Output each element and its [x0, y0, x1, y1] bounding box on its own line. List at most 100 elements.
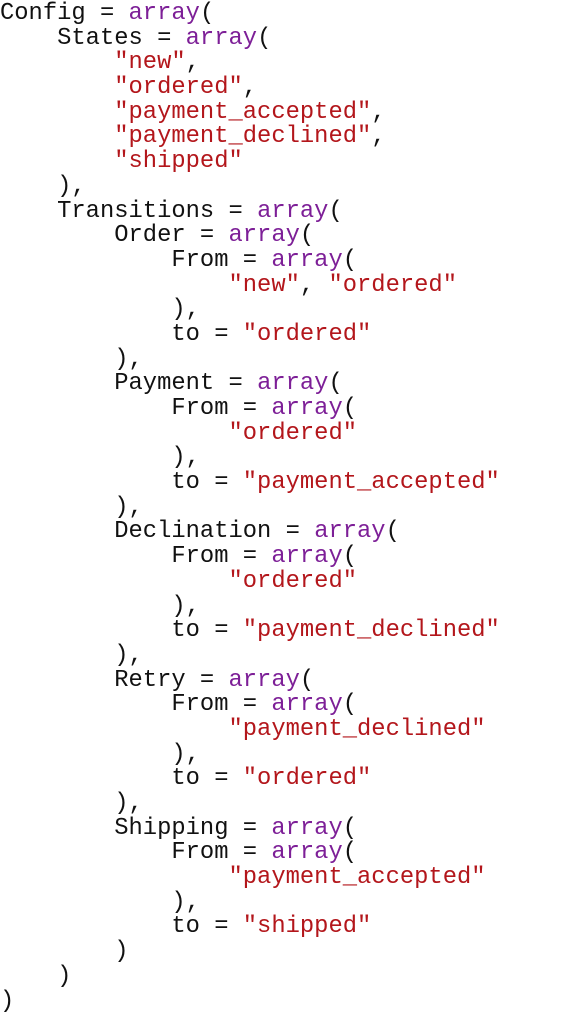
- string-token: "payment_declined": [114, 123, 372, 151]
- string-token: "payment_accepted": [242, 469, 500, 497]
- string-token: "new": [228, 271, 300, 299]
- identifier-token: to: [171, 469, 200, 497]
- code-line: From = array(: [0, 543, 571, 571]
- code-line: "payment_accepted": [0, 864, 571, 892]
- code-line: Payment = array(: [0, 370, 571, 398]
- punctuation-token: (: [199, 0, 215, 27]
- punctuation-token: ),: [171, 296, 200, 324]
- code-line: "payment_declined",: [0, 125, 571, 150]
- punctuation-token: ): [114, 938, 129, 966]
- punctuation-token: (: [342, 691, 358, 719]
- identifier-token: to: [171, 320, 200, 348]
- punctuation-token: =: [228, 395, 272, 422]
- punctuation-token: =: [228, 691, 272, 719]
- punctuation-token: ),: [171, 740, 200, 768]
- punctuation-token: =: [228, 543, 272, 571]
- punctuation-token: (: [328, 370, 343, 398]
- string-token: "payment_declined": [242, 617, 500, 645]
- code-line: Config = array(: [0, 0, 571, 27]
- punctuation-token: (: [342, 839, 358, 867]
- punctuation-token: ),: [171, 888, 200, 916]
- identifier-token: Shipping: [114, 814, 229, 842]
- string-token: "ordered": [328, 271, 457, 299]
- punctuation-token: ): [0, 987, 15, 1015]
- code-line: From = array(: [0, 841, 571, 866]
- punctuation-token: =: [199, 320, 243, 348]
- string-token: "payment_accepted": [114, 98, 372, 126]
- punctuation-token: ,: [371, 98, 386, 126]
- string-token: "ordered": [242, 765, 372, 793]
- punctuation-token: (: [342, 246, 358, 274]
- code-line: Retry = array(: [0, 666, 571, 694]
- code-line: ),: [0, 641, 571, 669]
- punctuation-token: (: [385, 518, 400, 546]
- string-token: "ordered": [228, 567, 358, 595]
- punctuation-token: ),: [57, 172, 86, 200]
- identifier-token: From: [171, 395, 229, 422]
- code-line: ),: [0, 446, 571, 471]
- keyword-token: array: [271, 814, 343, 842]
- code-line: From = array(: [0, 691, 571, 719]
- keyword-token: array: [271, 395, 343, 422]
- code-line: ),: [0, 495, 571, 521]
- identifier-token: Transitions: [57, 197, 215, 225]
- punctuation-token: =: [199, 469, 243, 497]
- punctuation-token: ): [57, 962, 72, 990]
- keyword-token: array: [271, 543, 343, 571]
- code-line: to = "payment_declined": [0, 617, 571, 645]
- code-line: Declination = array(: [0, 520, 571, 545]
- code-line: ),: [0, 296, 571, 324]
- keyword-token: array: [271, 839, 343, 867]
- punctuation-token: (: [328, 197, 343, 225]
- punctuation-token: =: [199, 617, 243, 645]
- code-line: "ordered": [0, 567, 571, 595]
- keyword-token: array: [185, 24, 258, 52]
- punctuation-token: =: [228, 839, 272, 867]
- identifier-token: to: [171, 765, 200, 793]
- code-line: ),: [0, 888, 571, 916]
- code-line: to = "payment_accepted": [0, 469, 571, 497]
- punctuation-token: ),: [171, 592, 200, 620]
- identifier-token: to: [171, 913, 200, 941]
- identifier-token: States: [57, 24, 143, 52]
- code-line: Transitions = array(: [0, 197, 571, 225]
- punctuation-token: =: [142, 24, 186, 52]
- identifier-token: Config: [0, 0, 86, 27]
- punctuation-token: ),: [114, 641, 143, 669]
- string-token: "ordered": [242, 320, 372, 348]
- identifier-token: From: [171, 839, 229, 867]
- code-line: ),: [0, 790, 571, 817]
- string-token: "payment_accepted": [228, 864, 486, 892]
- code-line: to = "ordered": [0, 320, 571, 348]
- punctuation-token: =: [214, 370, 258, 398]
- punctuation-token: ),: [114, 790, 143, 817]
- identifier-token: Declination: [114, 518, 272, 546]
- code-line: States = array(: [0, 24, 571, 52]
- punctuation-token: (: [342, 543, 358, 571]
- code-block: Config = array( States = array( "new", "…: [0, 0, 571, 1014]
- punctuation-token: ),: [171, 444, 200, 472]
- keyword-token: array: [228, 666, 300, 694]
- code-line: to = "ordered": [0, 765, 571, 793]
